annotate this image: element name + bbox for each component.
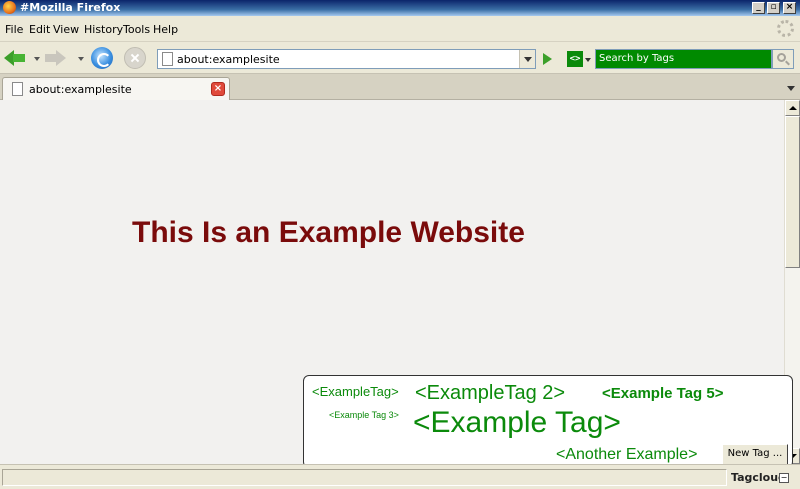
close-tab-icon[interactable]: × bbox=[211, 82, 225, 96]
menu-history[interactable]: History bbox=[84, 23, 123, 36]
tagcloud-panel: <ExampleTag> <ExampleTag 2> <Example Tag… bbox=[303, 375, 793, 468]
menu-bar: File Edit View History Tools Help bbox=[0, 16, 800, 42]
minimize-button[interactable]: _ bbox=[752, 2, 765, 14]
title-bar: #Mozilla Firefox _ ▫ × bbox=[0, 0, 800, 16]
firefox-logo-icon bbox=[3, 1, 16, 14]
status-text-field bbox=[2, 469, 727, 486]
tagcloud-toggle-label[interactable]: Tagcloud bbox=[731, 471, 786, 484]
page-icon bbox=[12, 82, 23, 96]
tag-link[interactable]: <Another Example> bbox=[556, 446, 697, 464]
url-bar[interactable]: about:examplesite bbox=[157, 49, 536, 69]
stop-icon[interactable] bbox=[124, 47, 146, 69]
chevron-down-icon bbox=[585, 58, 591, 62]
throbber-icon bbox=[777, 20, 794, 37]
go-arrow-icon[interactable] bbox=[538, 50, 556, 68]
tag-search-input[interactable]: Search by Tags bbox=[595, 49, 772, 69]
scroll-thumb[interactable] bbox=[785, 116, 800, 268]
tag-link[interactable]: <ExampleTag> bbox=[312, 384, 399, 399]
navigation-toolbar: about:examplesite <> Search by Tags bbox=[0, 42, 800, 74]
tag-link[interactable]: <Example Tag> bbox=[413, 406, 621, 440]
back-history-dropdown-icon[interactable] bbox=[34, 57, 40, 61]
tab-label: about:examplesite bbox=[29, 83, 132, 96]
window-title: #Mozilla Firefox bbox=[20, 1, 121, 14]
tag-link[interactable]: <ExampleTag 2> bbox=[415, 382, 565, 405]
menu-view[interactable]: View bbox=[53, 23, 79, 36]
search-engine-selector[interactable]: <> bbox=[567, 50, 593, 68]
tab-examplesite[interactable]: about:examplesite × bbox=[2, 77, 230, 100]
maximize-button[interactable]: ▫ bbox=[767, 2, 780, 14]
close-window-button[interactable]: × bbox=[783, 2, 796, 14]
tagcloud-toggle-icon[interactable]: − bbox=[779, 473, 789, 483]
back-arrow-icon[interactable] bbox=[4, 47, 26, 69]
scroll-up-icon[interactable] bbox=[785, 100, 800, 116]
search-button[interactable] bbox=[772, 49, 794, 69]
search-icon-handle bbox=[785, 60, 790, 66]
url-text[interactable]: about:examplesite bbox=[177, 53, 280, 66]
menu-tools[interactable]: Tools bbox=[123, 23, 150, 36]
page-icon bbox=[162, 52, 173, 66]
menu-help[interactable]: Help bbox=[153, 23, 178, 36]
reload-icon[interactable] bbox=[91, 47, 113, 69]
tab-bar: about:examplesite × bbox=[0, 74, 800, 100]
forward-history-dropdown-icon[interactable] bbox=[78, 57, 84, 61]
status-bar: Tagcloud − bbox=[0, 464, 800, 489]
tab-list-dropdown-icon[interactable] bbox=[784, 78, 798, 98]
menu-file[interactable]: File bbox=[5, 23, 23, 36]
forward-arrow-icon[interactable] bbox=[45, 47, 67, 69]
new-tag-button[interactable]: New Tag ... bbox=[722, 444, 788, 465]
url-history-dropdown-icon[interactable] bbox=[519, 50, 535, 68]
menu-edit[interactable]: Edit bbox=[29, 23, 50, 36]
page-heading: This Is an Example Website bbox=[132, 216, 525, 249]
tag-link[interactable]: <Example Tag 5> bbox=[602, 385, 723, 402]
tag-engine-icon: <> bbox=[567, 51, 583, 67]
tag-link[interactable]: <Example Tag 3> bbox=[329, 410, 399, 420]
